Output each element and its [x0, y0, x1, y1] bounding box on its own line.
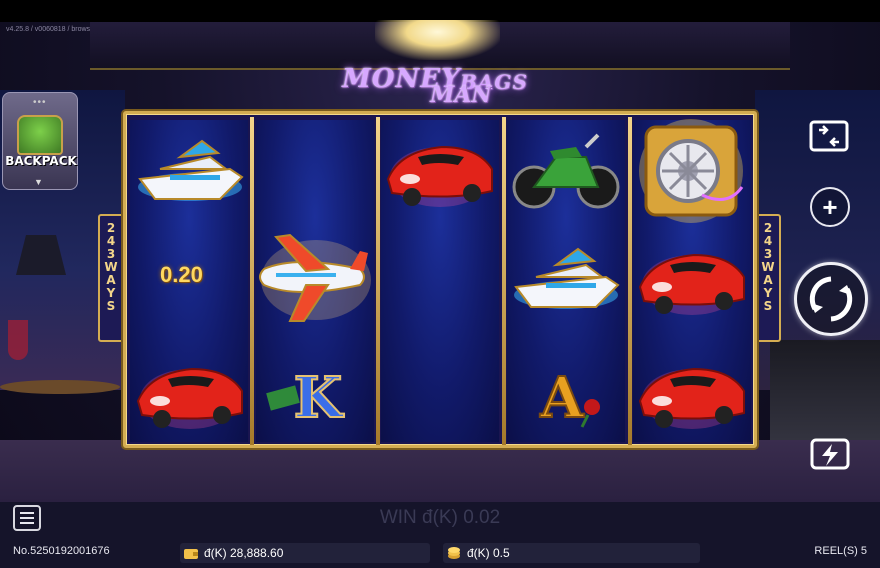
- ways-panel-right: 2 4 3 W A Y S: [755, 214, 781, 342]
- ways-char: S: [763, 299, 773, 313]
- red-car-symbol: [632, 225, 750, 332]
- logo-man: MAN: [430, 82, 492, 108]
- win-amount: WIN đ(K) 0.02: [379, 507, 501, 528]
- coins-icon: [448, 547, 460, 559]
- hamburger-icon: [20, 522, 34, 524]
- vault-symbol: [632, 117, 750, 224]
- ways-char: S: [106, 299, 116, 313]
- backpack-label: BACKPACK: [5, 154, 77, 168]
- hamburger-icon: [20, 517, 34, 519]
- reel-separator: [250, 117, 254, 445]
- a-symbol: A: [506, 339, 624, 446]
- turbo-button[interactable]: [808, 436, 852, 472]
- round-number: No.5250192001676: [13, 545, 110, 557]
- floor: [0, 440, 880, 502]
- piano: [770, 340, 880, 440]
- bet-increase-button[interactable]: +: [810, 187, 850, 227]
- red-car-symbol: [380, 117, 498, 224]
- ways-panel-left: 2 4 3 W A Y S: [98, 214, 124, 342]
- reels-count: REEL(S) 5: [814, 545, 867, 557]
- bet-value: đ(K) 0.5: [467, 546, 510, 560]
- chevron-down-icon: ▼: [34, 177, 43, 187]
- k-symbol: K: [256, 339, 374, 446]
- yacht-symbol: [130, 117, 248, 224]
- wallet-icon: [184, 549, 198, 559]
- top-bar: [0, 0, 880, 22]
- red-car-symbol: [130, 339, 248, 446]
- menu-button[interactable]: [13, 505, 41, 531]
- red-car-symbol: [632, 339, 750, 446]
- side-table: [0, 380, 120, 394]
- chandelier: [375, 20, 500, 60]
- plus-icon: +: [822, 191, 838, 222]
- game-stage: v4.25.8 / v0060818 / browser MONEY BAGS …: [0, 0, 880, 568]
- yacht-symbol: [506, 225, 624, 332]
- win-payout-label: 0.20: [160, 262, 203, 287]
- autoplay-button[interactable]: [806, 117, 852, 155]
- game-logo: MONEY BAGS MAN: [330, 62, 550, 118]
- version-text: v4.25.8 / v0060818 / browser: [6, 26, 97, 33]
- hamburger-icon: [20, 512, 34, 514]
- balance-value: đ(K) 28,888.60: [204, 546, 284, 560]
- wine-glass: [8, 320, 28, 360]
- autoplay-icon: [809, 120, 849, 152]
- motorcycle-symbol: [506, 117, 624, 224]
- a-letter: A: [539, 365, 585, 431]
- backpack-icon: [17, 115, 63, 155]
- backpack-button[interactable]: ••• BACKPACK ▼: [2, 92, 78, 190]
- k-letter: K: [294, 365, 345, 431]
- more-icon: •••: [33, 97, 47, 108]
- spin-icon: [809, 276, 853, 322]
- airplane-symbol: [256, 225, 374, 332]
- spin-button[interactable]: [794, 262, 868, 336]
- turbo-icon: [810, 438, 850, 470]
- bet-display[interactable]: đ(K) 0.5: [443, 543, 700, 563]
- balance-display: đ(K) 28,888.60: [180, 543, 430, 563]
